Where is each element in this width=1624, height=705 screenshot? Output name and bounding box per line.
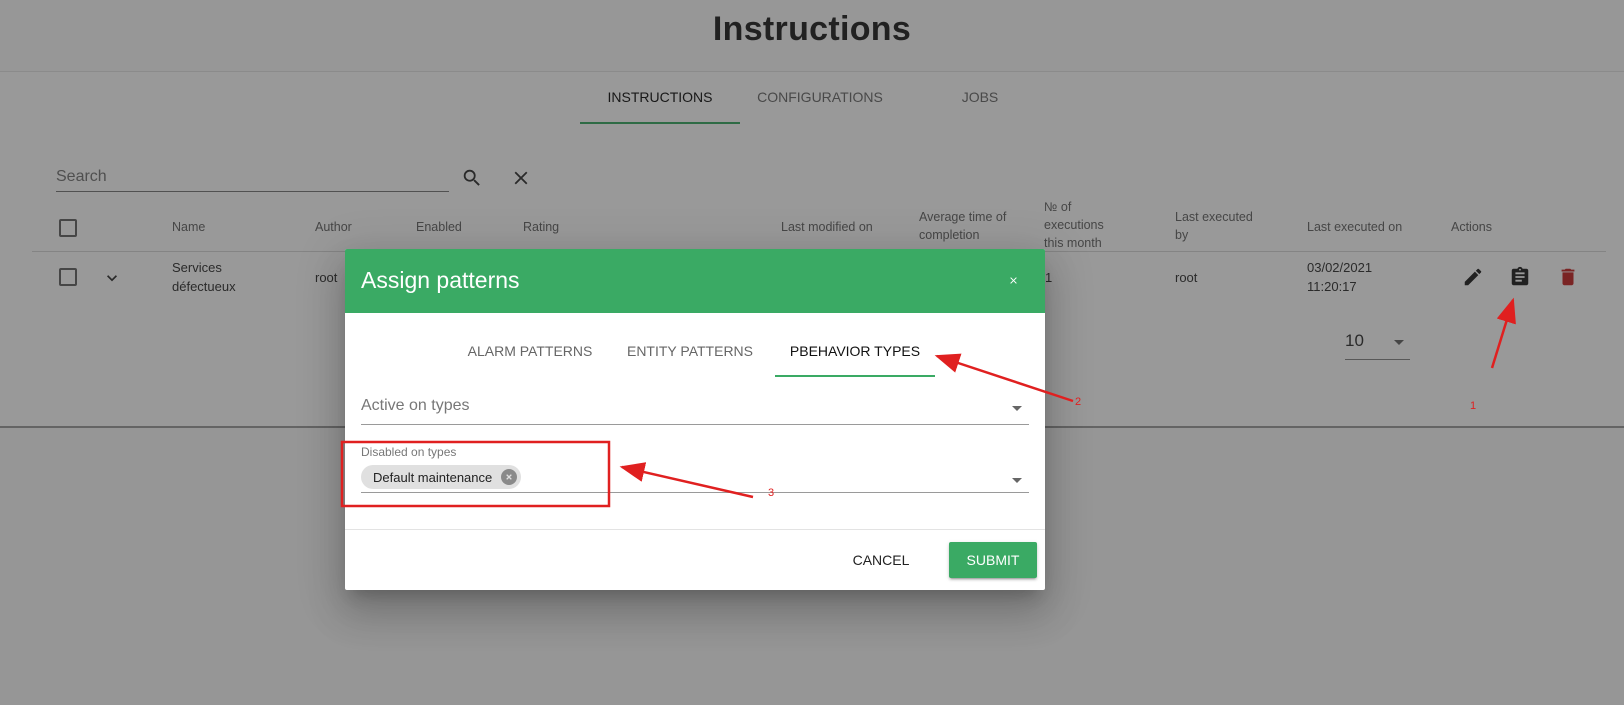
submit-button[interactable]: SUBMIT — [949, 542, 1037, 578]
disabled-on-types-label: Disabled on types — [361, 445, 457, 459]
annotation-label-1: 1 — [1470, 400, 1477, 412]
cancel-button[interactable]: CANCEL — [841, 542, 921, 578]
tab-entity-patterns[interactable]: ENTITY PATTERNS — [610, 337, 770, 377]
tab-pbehavior-types[interactable]: PBEHAVIOR TYPES — [775, 337, 935, 377]
annotation-label-3: 3 — [768, 487, 775, 499]
close-icon — [1009, 277, 1017, 284]
active-on-types-select[interactable]: Active on types — [361, 391, 1029, 425]
selected-type-chip: Default maintenance — [361, 465, 522, 489]
dropdown-arrow-icon — [1012, 478, 1022, 483]
dialog-header: Assign patterns — [345, 249, 1045, 313]
annotation-label-2: 2 — [1075, 396, 1082, 408]
dialog-title: Assign patterns — [361, 267, 520, 293]
dialog-divider — [345, 529, 1045, 530]
disabled-on-types-select[interactable]: Disabled on types Default maintenance — [361, 445, 1029, 493]
tab-alarm-patterns[interactable]: ALARM PATTERNS — [450, 337, 610, 377]
active-on-types-placeholder: Active on types — [361, 397, 470, 414]
dialog-tabs: ALARM PATTERNS ENTITY PATTERNS PBEHAVIOR… — [345, 313, 1045, 377]
dropdown-arrow-icon — [1012, 406, 1022, 411]
chip-label: Default maintenance — [373, 469, 493, 485]
dialog-close-button[interactable] — [1003, 271, 1023, 291]
chip-remove-button[interactable] — [501, 469, 518, 485]
close-circle-icon — [506, 474, 513, 480]
assign-patterns-dialog: Assign patterns ALARM PATTERNS ENTITY PA… — [345, 249, 1045, 590]
